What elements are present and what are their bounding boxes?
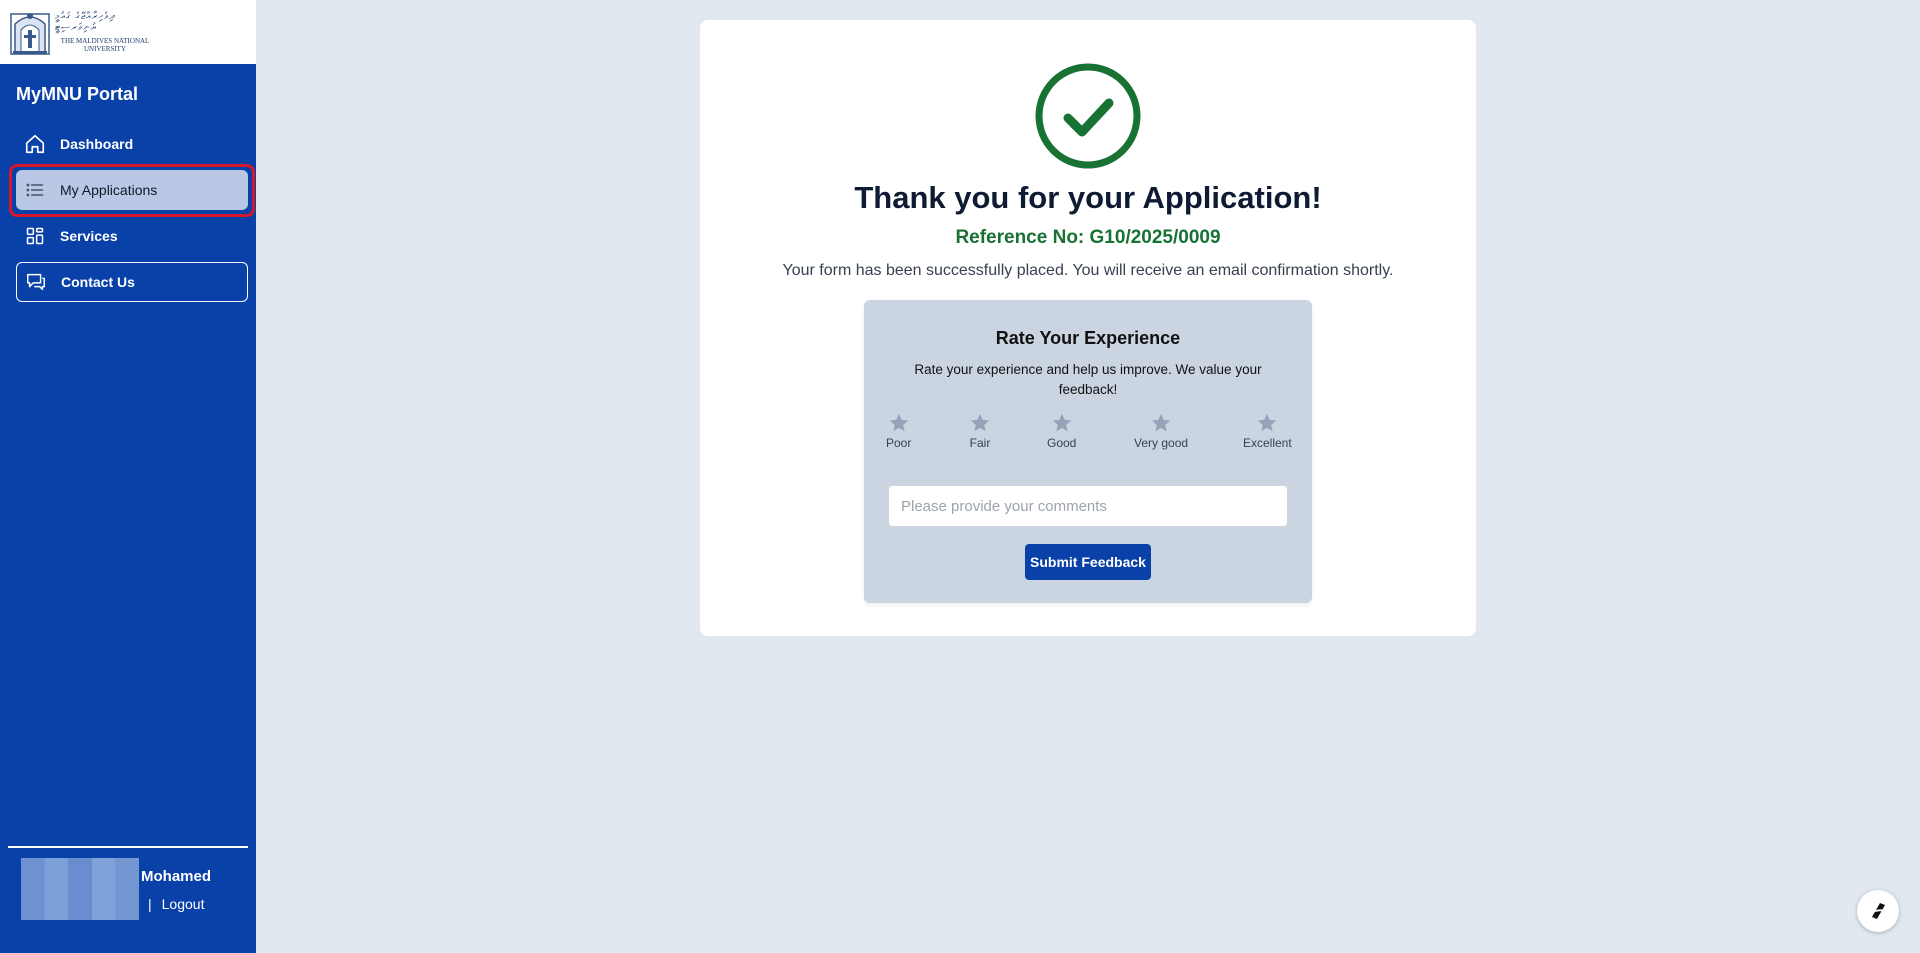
sidebar-item-my-applications[interactable]: My Applications (16, 170, 248, 210)
page-title: Thank you for your Application! (854, 180, 1322, 215)
list-icon (24, 179, 46, 201)
confirmation-card: Thank you for your Application! Referenc… (700, 20, 1476, 636)
university-logo[interactable]: ދިވެހިރާއްޖޭގެ ޤައުމީ ޔުނިވަރސިޓީ THE MA… (0, 0, 256, 64)
logout-link[interactable]: Logout (162, 896, 205, 912)
university-logo-text: ދިވެހިރާއްޖޭގެ ޤައުމީ ޔުނިވަރސިޓީ THE MA… (55, 11, 155, 53)
sidebar-item-label: My Applications (60, 182, 158, 198)
star-icon (1151, 413, 1171, 432)
rating-option-excellent[interactable]: Excellent (1243, 412, 1292, 450)
logout-row: | Logout (148, 896, 204, 912)
comments-input[interactable] (888, 485, 1288, 527)
sidebar-item-dashboard[interactable]: Dashboard (16, 124, 248, 164)
sidebar-item-contact-us[interactable]: Contact Us (16, 262, 248, 302)
logo-name-line1: THE MALDIVES NATIONAL (60, 37, 150, 45)
rating-option-label: Fair (969, 436, 991, 450)
rating-option-good[interactable]: Good (1047, 412, 1076, 450)
logo-name-line2: UNIVERSITY (84, 45, 126, 53)
submit-feedback-button[interactable]: Submit Feedback (1025, 544, 1151, 580)
sidebar-item-label: Dashboard (60, 136, 134, 152)
chat-icon (25, 271, 47, 293)
user-name: Mohamed (141, 868, 212, 885)
rating-option-label: Very good (1134, 436, 1189, 450)
rating-option-label: Good (1047, 436, 1077, 450)
rating-option-fair[interactable]: Fair (969, 412, 991, 450)
sidebar-item-label: Contact Us (61, 274, 135, 290)
grid-icon (24, 225, 46, 247)
star-icon (970, 413, 990, 432)
rating-title: Rate Your Experience (995, 328, 1181, 348)
sidebar-item-services[interactable]: Services (16, 216, 248, 256)
sidebar-divider (8, 846, 248, 848)
rating-option-label: Excellent (1243, 436, 1292, 450)
portal-title: MyMNU Portal (16, 84, 139, 104)
star-icon (889, 413, 908, 432)
logo-dhivehi-text: ދިވެހިރާއްޖޭގެ ޤައުމީ ޔުނިވަރސިޓީ (55, 11, 116, 33)
rating-option-poor[interactable]: Poor (886, 412, 911, 450)
rating-subtitle: Rate your experience and help us improve… (914, 362, 1262, 397)
rating-panel: Rate Your Experience Rate your experienc… (864, 300, 1312, 603)
floating-helper-button[interactable] (1857, 890, 1899, 932)
rating-option-label: Poor (886, 436, 912, 450)
avatar (21, 858, 139, 920)
home-icon (24, 133, 46, 155)
university-emblem-icon (10, 13, 50, 55)
logout-separator: | (148, 896, 152, 912)
star-icon (1052, 413, 1071, 432)
success-message: Your form has been successfully placed. … (782, 262, 1394, 279)
sidebar: ދިވެހިރާއްޖޭގެ ޤައުމީ ޔުނިވަރސިޓީ THE MA… (0, 0, 256, 953)
pen-icon (1869, 903, 1887, 919)
star-icon (1258, 413, 1277, 432)
rating-option-very-good[interactable]: Very good (1134, 412, 1188, 450)
success-check-icon (1035, 63, 1141, 169)
sidebar-item-label: Services (60, 228, 118, 244)
reference-number: Reference No: G10/2025/0009 (955, 227, 1221, 248)
